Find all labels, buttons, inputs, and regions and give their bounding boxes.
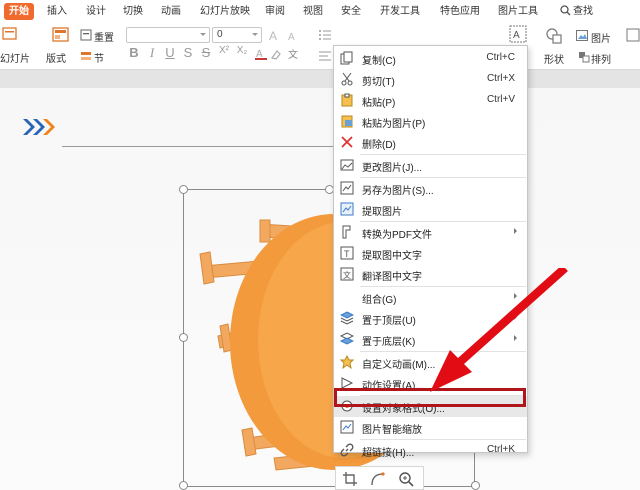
resize-handle-left[interactable] [179,333,188,342]
hyperlink-icon [340,443,354,457]
title-rule [62,146,334,147]
translate-icon: 文 [340,267,354,281]
layout-label[interactable]: 版式 [46,50,66,65]
annotation-arrow [430,268,568,392]
clear-format-icon[interactable] [270,49,282,64]
section-icon[interactable] [80,50,92,65]
delete-icon [341,136,353,148]
italic-icon[interactable]: I [146,45,158,61]
tab-slideshow[interactable]: 幻灯片放映 [200,3,250,20]
reset-icon[interactable] [80,29,92,44]
tab-design[interactable]: 设计 [86,3,106,20]
smart-scale-icon [340,420,354,434]
search-icon[interactable] [560,5,571,19]
menu-item-paste-as-picture[interactable]: 粘贴为图片(P) [334,111,527,132]
tab-view[interactable]: 视图 [303,3,323,20]
crop-shape-icon[interactable] [370,471,386,490]
text-box-icon[interactable]: A [508,24,528,47]
tab-transition[interactable]: 切换 [123,3,143,20]
svg-text:文: 文 [343,270,351,280]
pdf-icon [342,225,351,239]
ribbon: 幻灯片 版式 重置 节 0 A A B I U S S X² X₂ A 文 A [0,22,640,70]
arrange-icon[interactable] [578,51,590,66]
extract-text-icon: T [340,246,354,260]
shape-label[interactable]: 形状 [544,51,564,66]
bring-front-icon [340,311,354,325]
decrease-font-icon[interactable]: A [286,28,300,45]
svg-text:T: T [344,249,350,259]
cut-icon [341,72,353,86]
menu-item-save-as-picture[interactable]: 另存为图片(S)... [334,178,527,199]
menu-item-cut[interactable]: 剪切(T) Ctrl+X [334,69,527,90]
crop-icon[interactable] [342,471,358,490]
zoom-icon[interactable] [398,471,414,490]
reset-label[interactable]: 重置 [94,29,114,44]
tab-security[interactable]: 安全 [341,3,361,20]
svg-text:A: A [288,32,295,42]
menu-item-change-picture[interactable]: 更改图片(J)... [334,155,527,176]
new-slide-icon[interactable] [2,26,18,45]
resize-handle-top-left[interactable] [179,185,188,194]
menu-item-extract-text[interactable]: T 提取图中文字 [334,243,527,264]
change-picture-icon [340,159,354,171]
arrange-label[interactable]: 排列 [591,51,611,66]
tab-developer[interactable]: 开发工具 [380,3,420,20]
tab-home[interactable]: 开始 [4,3,34,20]
paste-picture-icon [341,115,353,128]
tab-insert[interactable]: 插入 [47,3,67,20]
tab-special-apps[interactable]: 特色应用 [440,3,480,20]
new-slide-label[interactable]: 幻灯片 [0,50,30,65]
extract-picture-icon [340,202,354,216]
shadow-icon[interactable]: S [182,45,194,60]
picture-icon[interactable] [576,30,588,44]
menu-tab-bar: 开始 插入 设计 切换 动画 幻灯片放映 审阅 视图 安全 开发工具 特色应用 … [0,0,640,22]
bold-icon[interactable]: B [128,45,140,60]
tab-animation[interactable]: 动画 [161,3,181,20]
phonetic-icon[interactable]: 文 [287,47,301,64]
tab-picture-tools[interactable]: 图片工具 [498,3,538,20]
font-color-icon[interactable]: A [254,47,268,64]
fill-icon[interactable] [626,28,640,45]
font-name-select[interactable] [126,27,210,43]
save-picture-icon [340,181,354,195]
superscript-icon[interactable]: X² [218,45,230,56]
animation-icon [340,355,354,369]
chevrons-decoration [23,119,55,135]
font-size-select[interactable]: 0 [212,27,262,43]
bullets-icon[interactable] [318,29,332,44]
picture-quick-toolbar [335,466,424,490]
menu-item-hyperlink[interactable]: 超链接(H)... Ctrl+K [334,440,527,461]
align-icon[interactable] [318,50,332,65]
menu-item-copy[interactable]: 复制(C) Ctrl+C [334,48,527,69]
find-label[interactable]: 查找 [573,3,593,20]
resize-handle-bottom-left[interactable] [179,481,188,490]
copy-icon [340,51,353,65]
layout-icon[interactable] [52,26,70,47]
shape-icon[interactable] [546,28,562,47]
menu-item-smart-scale[interactable]: 图片智能缩放 [334,417,527,438]
send-back-icon [340,332,354,345]
subscript-icon[interactable]: X₂ [236,45,248,56]
tab-review[interactable]: 审阅 [265,3,285,20]
svg-text:文: 文 [288,48,298,61]
menu-item-delete[interactable]: 删除(D) [334,132,527,153]
increase-font-icon[interactable]: A [268,28,282,45]
section-label[interactable]: 节 [94,50,104,65]
menu-item-extract-picture[interactable]: 提取图片 [334,199,527,220]
svg-text:A: A [513,30,520,41]
menu-item-paste[interactable]: 粘贴(P) Ctrl+V [334,90,527,111]
menu-item-convert-pdf[interactable]: 转换为PDF文件 [334,222,527,243]
picture-label[interactable]: 图片 [591,30,611,45]
underline-icon[interactable]: U [164,45,176,60]
paste-icon [341,93,353,107]
svg-text:A: A [269,29,277,42]
font-size-value: 0 [217,29,223,40]
resize-handle-bottom-right[interactable] [471,481,480,490]
strikethrough-icon[interactable]: S [200,45,212,60]
